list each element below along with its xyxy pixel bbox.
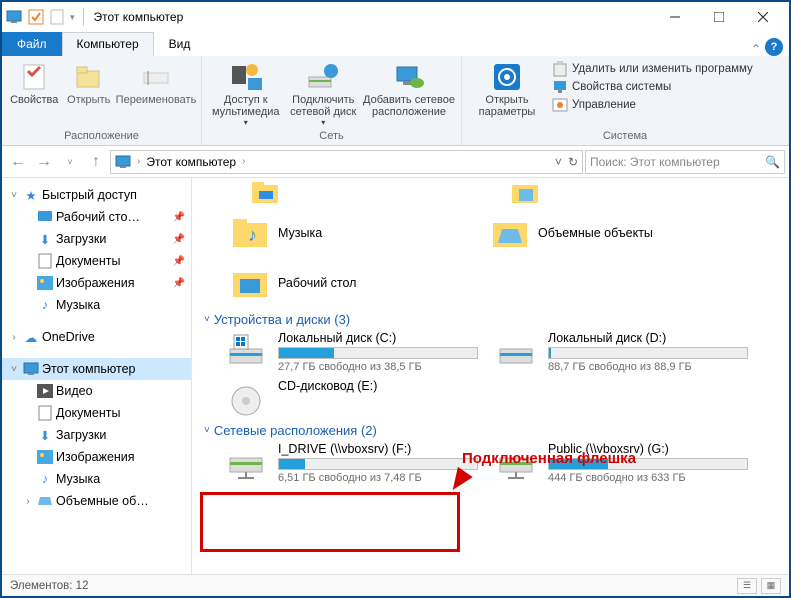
pc-icon: [115, 154, 131, 170]
app-icon: [6, 9, 22, 25]
group-drives-header[interactable]: ˅Устройства и диски (3): [200, 308, 781, 331]
pin-icon: 📌: [173, 234, 185, 245]
view-icons-button[interactable]: ▦: [761, 578, 781, 594]
folder-item[interactable]: [460, 178, 720, 208]
up-button[interactable]: ↑: [84, 150, 108, 174]
tab-view[interactable]: Вид: [154, 32, 206, 56]
sidebar-item-pictures[interactable]: Изображения📌: [2, 272, 191, 294]
media-access-button[interactable]: Доступ к мультимедиа▾: [208, 59, 284, 128]
netdrive-f[interactable]: I_DRIVE (\\vboxsrv) (F:)6,51 ГБ свободно…: [228, 442, 478, 484]
group-netloc-header[interactable]: ˅Сетевые расположения (2): [200, 419, 781, 442]
folder-music[interactable]: ♪Музыка: [200, 208, 460, 258]
star-icon: ★: [22, 186, 40, 204]
sidebar-item-documents-pc[interactable]: Документы: [2, 402, 191, 424]
sidebar-quick-access[interactable]: ˅★Быстрый доступ: [2, 184, 191, 206]
pin-icon: 📌: [173, 278, 185, 289]
sidebar: ˅★Быстрый доступ Рабочий сто…📌 ⬇Загрузки…: [2, 178, 192, 574]
ribbon-collapse-icon[interactable]: ⌃: [747, 42, 765, 56]
back-button[interactable]: ←: [6, 150, 30, 174]
sidebar-item-pictures-pc[interactable]: Изображения: [2, 446, 191, 468]
cloud-icon: ☁: [22, 328, 40, 346]
minimize-button[interactable]: [653, 3, 697, 31]
open-settings-button[interactable]: Открыть параметры: [468, 59, 546, 118]
uninstall-button[interactable]: Удалить или изменить программу: [552, 61, 753, 77]
search-icon: 🔍: [765, 155, 780, 169]
forward-button[interactable]: →: [32, 150, 56, 174]
tab-computer[interactable]: Компьютер: [62, 32, 154, 56]
ribbon-tabs: Файл Компьютер Вид ⌃ ?: [2, 32, 789, 56]
group-system-label: Система: [468, 130, 782, 145]
sidebar-item-documents[interactable]: Документы📌: [2, 250, 191, 272]
properties-button[interactable]: Свойства: [8, 59, 61, 106]
folder-item[interactable]: [200, 178, 460, 208]
annotation-label: Подключенная флешка: [462, 450, 636, 467]
pin-icon: 📌: [173, 212, 185, 223]
system-properties-button[interactable]: Свойства системы: [552, 79, 753, 95]
pin-icon: 📌: [173, 256, 185, 267]
group-location-label: Расположение: [8, 130, 195, 145]
qat-dropdown-icon[interactable]: ▾: [70, 12, 75, 23]
address-bar: ← → ˅ ↑ › Этот компьютер › ˅↻ Поиск: Это…: [2, 146, 789, 178]
map-drive-button[interactable]: Подключить сетевой диск▾: [286, 59, 362, 128]
ribbon: Свойства Открыть Переименовать Расположе…: [2, 56, 789, 146]
drive-d[interactable]: Локальный диск (D:)88,7 ГБ свободно из 8…: [498, 331, 748, 373]
content-area: ♪Музыка Объемные объекты Рабочий стол ˅У…: [192, 178, 789, 574]
close-button[interactable]: [741, 3, 785, 31]
manage-button[interactable]: Управление: [552, 97, 753, 113]
drive-c[interactable]: Локальный диск (C:)27,7 ГБ свободно из 3…: [228, 331, 478, 373]
view-details-button[interactable]: ☰: [737, 578, 757, 594]
open-button[interactable]: Открыть: [63, 59, 116, 106]
annotation-highlight: [200, 492, 460, 552]
qat-checkbox-icon[interactable]: [28, 9, 44, 25]
sidebar-item-desktop[interactable]: Рабочий сто…📌: [2, 206, 191, 228]
sidebar-item-videos[interactable]: Видео: [2, 380, 191, 402]
maximize-button[interactable]: [697, 3, 741, 31]
sidebar-item-music-pc[interactable]: ♪Музыка: [2, 468, 191, 490]
sidebar-item-downloads-pc[interactable]: ⬇Загрузки: [2, 424, 191, 446]
sidebar-item-music[interactable]: ♪Музыка: [2, 294, 191, 316]
svg-text:♪: ♪: [248, 225, 257, 245]
drive-e[interactable]: CD-дисковод (E:): [228, 379, 478, 419]
addr-dropdown-icon[interactable]: ˅: [555, 155, 562, 169]
status-count: Элементов: 12: [10, 580, 88, 592]
refresh-icon[interactable]: ↻: [568, 155, 578, 169]
sidebar-onedrive[interactable]: ›☁OneDrive: [2, 326, 191, 348]
sidebar-item-downloads[interactable]: ⬇Загрузки📌: [2, 228, 191, 250]
folder-3d[interactable]: Объемные объекты: [460, 208, 720, 258]
help-icon[interactable]: ?: [765, 38, 783, 56]
sidebar-this-pc[interactable]: ˅Этот компьютер: [2, 358, 191, 380]
title-bar: ▾ Этот компьютер: [2, 2, 789, 32]
breadcrumb[interactable]: › Этот компьютер › ˅↻: [110, 150, 583, 174]
window-title: Этот компьютер: [94, 10, 184, 24]
status-bar: Элементов: 12 ☰ ▦: [2, 574, 789, 596]
tab-file[interactable]: Файл: [2, 32, 62, 56]
search-input[interactable]: Поиск: Этот компьютер 🔍: [585, 150, 785, 174]
add-network-button[interactable]: Добавить сетевое расположение: [363, 59, 455, 118]
qat-doc-icon[interactable]: [50, 9, 64, 25]
folder-desktop[interactable]: Рабочий стол: [200, 258, 460, 308]
rename-button[interactable]: Переименовать: [117, 59, 195, 106]
group-network-label: Сеть: [208, 130, 455, 145]
history-dropdown[interactable]: ˅: [58, 150, 82, 174]
sidebar-item-3d[interactable]: ›Объемные об…: [2, 490, 191, 512]
